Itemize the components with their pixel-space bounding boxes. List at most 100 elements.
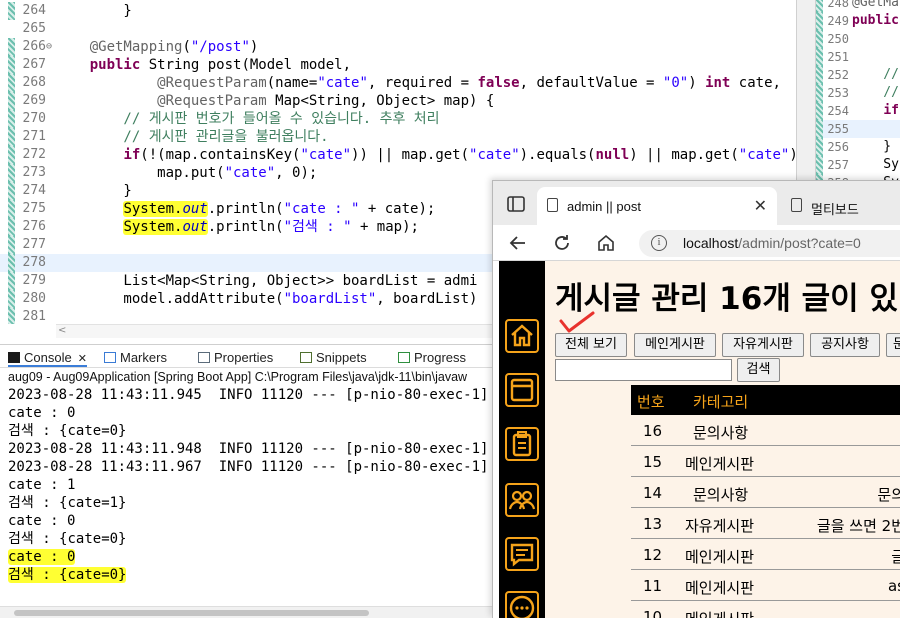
site-info-icon[interactable]: i [651, 235, 667, 251]
tab-actions-icon[interactable] [505, 193, 527, 215]
line-number: 256 [827, 140, 849, 154]
fold-toggle-icon[interactable]: ⊖ [46, 38, 52, 56]
line-number: 253 [827, 86, 849, 100]
red-checkmark-annotation [559, 311, 595, 333]
change-marker [8, 272, 15, 290]
tab-label: Snippets [316, 350, 367, 365]
code-line[interactable]: 269 @RequestParam Map<String, Object> ma… [0, 92, 796, 110]
post-category: 자유게시판 [685, 517, 755, 535]
message-icon[interactable] [505, 537, 539, 571]
change-marker [8, 308, 15, 324]
post-number: 15 [643, 453, 663, 471]
tab-title: 멀티보드 [811, 202, 859, 217]
category-button-inquiry[interactable]: 문 [886, 333, 900, 357]
search-button[interactable]: 검색 [737, 358, 780, 382]
search-input[interactable] [555, 359, 732, 381]
post-title[interactable]: as [888, 577, 900, 595]
more-icon[interactable] [505, 591, 539, 618]
code-line[interactable]: 265 [0, 20, 796, 38]
console-line: 2023-08-28 11:43:11.948 INFO 11120 --- [… [8, 441, 492, 457]
line-number: 277 [22, 237, 46, 252]
browser-tabbar: admin || post ✕ 멀티보드 [493, 181, 900, 225]
markers-icon [104, 352, 116, 363]
browser-tab-admin-post[interactable]: admin || post ✕ [537, 187, 777, 225]
code-line[interactable]: 267 public String post(Model model, [0, 56, 796, 74]
line-number: 278 [22, 255, 46, 270]
back-arrow-icon[interactable] [507, 232, 529, 254]
category-button-notice[interactable]: 공지사항 [810, 333, 880, 357]
tab-label: Markers [120, 350, 167, 365]
console-output[interactable]: 2023-08-28 11:43:11.945 INFO 11120 --- [… [0, 386, 492, 608]
post-title[interactable]: 글 [891, 546, 900, 567]
refresh-icon[interactable] [551, 232, 573, 254]
console-line: 2023-08-28 11:43:11.967 INFO 11120 --- [… [8, 459, 492, 475]
category-button-main[interactable]: 메인게시판 [634, 333, 716, 357]
code-line[interactable]: 266 ⊖ @GetMapping("/post") [0, 38, 796, 56]
page-content: 게시글 관리 16개 글이 있 전체 보기 메인게시판 자유게시판 공지사항 문… [545, 261, 900, 618]
category-button-all[interactable]: 전체 보기 [555, 333, 627, 357]
code-text: // [852, 67, 899, 82]
code-line[interactable]: 254 if [816, 102, 900, 120]
post-category: 메인게시판 [685, 608, 754, 618]
console-tab-snippets[interactable]: Snippets [300, 348, 367, 367]
line-number: 252 [827, 68, 849, 82]
secondary-code-editor[interactable]: 248 @GetMa 249 public 250 251 252 //253 //254 … [816, 0, 900, 180]
line-number: 269 [22, 93, 46, 108]
post-category: 문의사항 [693, 424, 749, 442]
console-tab-progress[interactable]: Progress [398, 348, 466, 367]
code-line[interactable]: 271 // 게시판 관리글을 불러옵니다. [0, 128, 796, 146]
code-line[interactable]: 255 [816, 120, 900, 138]
code-line[interactable]: 264 } [0, 2, 796, 20]
code-line[interactable]: 268 @RequestParam(name="cate", required … [0, 74, 796, 92]
table-row[interactable]: 15 메인게시판 [631, 446, 900, 477]
code-text: if(!(map.containsKey("cate")) || map.get… [123, 147, 796, 163]
code-text: map.put("cate", 0); [56, 165, 318, 181]
code-text: model.addAttribute("boardList", boardLis… [56, 291, 478, 307]
code-line[interactable]: 256 } [816, 138, 900, 156]
table-row[interactable]: 16 문의사항 [631, 415, 900, 446]
console-tab-markers[interactable]: Markers [104, 348, 167, 367]
category-button-free[interactable]: 자유게시판 [722, 333, 804, 357]
code-text: // 게시판 관리글을 불러옵니다. [56, 129, 329, 145]
code-line[interactable]: 257 Sy [816, 156, 900, 174]
line-number: 267 [22, 57, 46, 72]
line-number: 281 [22, 309, 46, 324]
url-field[interactable]: i localhost/admin/post?cate=0 [639, 230, 900, 257]
code-line[interactable]: 251 [816, 48, 900, 66]
line-number: 250 [827, 32, 849, 46]
post-title[interactable]: 글을 쓰면 2번 [817, 515, 900, 536]
close-tab-icon[interactable]: ✕ [78, 353, 87, 365]
change-marker [816, 66, 823, 84]
console-tab-properties[interactable]: Properties [198, 348, 273, 367]
scroll-left-arrow-icon[interactable]: < [58, 325, 66, 336]
table-row[interactable]: 11 메인게시판 as [631, 570, 900, 601]
table-row[interactable]: 12 메인게시판 글 [631, 539, 900, 570]
code-line[interactable]: 270 // 게시판 번호가 들어올 수 있습니다. 추후 처리 [0, 110, 796, 128]
console-icon [8, 352, 20, 363]
window-icon[interactable] [505, 373, 539, 407]
code-line[interactable]: 252 // [816, 66, 900, 84]
console-horizontal-scrollbar[interactable] [0, 606, 492, 618]
console-line: 검색 : {cate=0} [8, 567, 127, 583]
post-category: 문의사항 [693, 486, 749, 504]
close-tab-icon[interactable]: ✕ [754, 196, 767, 216]
table-row[interactable]: 10 메인게시판 [631, 601, 900, 618]
table-row[interactable]: 13 자유게시판 글을 쓰면 2번 [631, 508, 900, 539]
code-line[interactable]: 249 public [816, 12, 900, 30]
clipboard-icon[interactable] [505, 427, 539, 461]
browser-tab-multiboard[interactable]: 멀티보드 [781, 187, 900, 225]
home-icon[interactable] [505, 319, 539, 353]
code-line[interactable]: 253 // [816, 84, 900, 102]
code-line[interactable]: 248 @GetMa [816, 0, 900, 12]
code-line[interactable]: 250 [816, 30, 900, 48]
home-icon[interactable] [595, 232, 617, 254]
code-line[interactable]: 272 if(!(map.containsKey("cate")) || map… [0, 146, 796, 164]
scrollbar-thumb[interactable] [14, 610, 369, 616]
change-marker [816, 84, 823, 102]
code-text: System.out.println("cate : " + cate); [123, 201, 436, 217]
console-tab-console[interactable]: Console ✕ [8, 348, 87, 367]
users-icon[interactable] [505, 483, 539, 517]
change-marker [816, 156, 823, 174]
post-title[interactable]: 문의 [877, 484, 900, 505]
table-row[interactable]: 14 문의사항 문의 [631, 477, 900, 508]
